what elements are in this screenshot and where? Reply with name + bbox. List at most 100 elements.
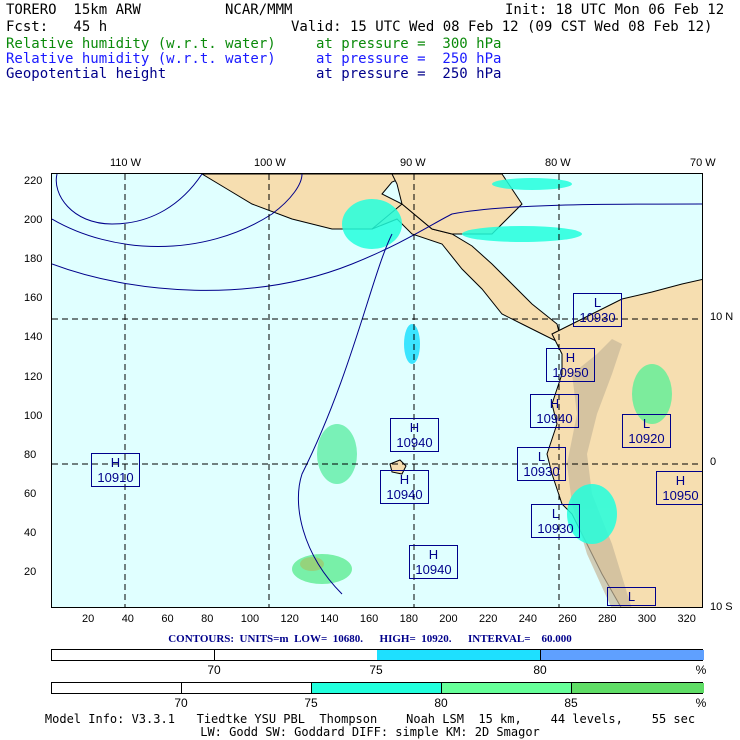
system-value: 10910 [97, 470, 134, 485]
system-type: L [537, 449, 546, 464]
x-tick-label: 40 [121, 613, 134, 625]
colorbar-250hpa [51, 649, 704, 661]
system-type: H [409, 420, 420, 435]
field-1-level: at pressure = 300 hPa [316, 36, 502, 52]
x-tick-label: 300 [637, 613, 657, 625]
x-tick-label: 260 [558, 613, 577, 625]
colorbar-segment [52, 650, 215, 660]
colorbar-segment [215, 650, 378, 660]
colorbar-label: 80 [434, 696, 448, 710]
y-tick-label: 40 [24, 526, 37, 539]
system-type: H [675, 473, 686, 488]
x-tick-label: 100 [240, 613, 260, 625]
lat-label: 0 [710, 456, 717, 468]
y-tick-label: 80 [24, 448, 37, 461]
x-tick-label: 160 [359, 613, 379, 625]
colorbar-label: 80 [533, 663, 547, 677]
colorbar-label: 85 [564, 696, 578, 710]
system-type: L [593, 295, 602, 310]
colorbar-segment [52, 683, 182, 693]
system-type: L [642, 416, 651, 431]
field-2-name: Relative humidity (w.r.t. water) [6, 51, 276, 67]
system-value: 10950 [552, 365, 589, 380]
weather-map: L 10930 H 10950 H 10940 L 10920 H 10940 L 10930 H 109… [51, 173, 703, 608]
y-tick-label: 60 [24, 487, 37, 500]
field-2-level: at pressure = 250 hPa [316, 51, 502, 67]
colorbar-segment [182, 683, 312, 693]
colorbar-label: 75 [304, 696, 318, 710]
pressure-system-label: L 10920 [622, 414, 671, 448]
y-tick-label: 160 [24, 292, 43, 305]
system-type: H [110, 455, 121, 470]
pressure-system-label: L 10930 [531, 504, 580, 538]
colorbar-segment [377, 650, 541, 660]
colorbar-segment [572, 683, 704, 693]
colorbar-segment [442, 683, 572, 693]
lat-label: 10 S [710, 601, 733, 613]
y-tick-label: 120 [24, 370, 43, 383]
system-value: 10930 [537, 521, 574, 536]
system-value: 10930 [523, 464, 560, 479]
x-tick-label: 240 [518, 613, 538, 625]
x-tick-label: 320 [677, 613, 696, 625]
system-type: H [565, 350, 576, 365]
colorbar-label: 75 [369, 663, 383, 677]
pressure-system-label: H 10940 [380, 470, 429, 504]
field-3-name: Geopotential height [6, 66, 167, 82]
system-value: 10940 [415, 562, 452, 577]
lon-label: 100 W [254, 157, 286, 169]
model-info-line2: LW: Godd SW: Goddard DIFF: simple KM: 2D… [200, 725, 540, 739]
x-tick-label: 200 [439, 613, 458, 625]
system-type: H [549, 396, 560, 411]
system-type: H [399, 472, 410, 487]
y-tick-label: 220 [24, 175, 43, 187]
field-3-level: at pressure = 250 hPa [316, 66, 502, 82]
y-tick-label: 140 [24, 331, 43, 344]
colorbar-300hpa [51, 682, 704, 694]
x-tick-label: 120 [280, 613, 299, 625]
y-tick-label: 180 [24, 253, 43, 266]
system-type: H [428, 547, 439, 562]
pressure-system-label: H 10940 [409, 545, 458, 579]
x-tick-label: 140 [320, 613, 339, 625]
map-canvas [52, 174, 702, 607]
system-type: L [627, 589, 636, 604]
colorbar-segment [312, 683, 442, 693]
lon-label: 80 W [545, 157, 571, 169]
system-value: 10940 [536, 411, 573, 426]
x-tick-label: 20 [82, 613, 95, 625]
model-title: TORERO 15km ARW [6, 2, 141, 18]
field-1-name: Relative humidity (w.r.t. water) [6, 36, 276, 52]
pressure-system-label: H 10910 [91, 453, 140, 487]
y-tick-label: 100 [24, 409, 43, 422]
init-time: Init: 18 UTC Mon 06 Feb 12 [505, 2, 725, 18]
system-value: 10930 [579, 310, 616, 325]
y-tick-label: 200 [24, 214, 43, 227]
model-info-line1: Model Info: V3.3.1 Tiedtke YSU PBL Thomp… [44, 712, 696, 726]
colorbar-label: % [695, 696, 707, 710]
valid-time: Valid: 15 UTC Wed 08 Feb 12 (09 CST Wed … [291, 19, 713, 35]
lat-label: 10 N [710, 311, 734, 323]
x-tick-label: 80 [201, 613, 214, 625]
system-type: L [551, 506, 560, 521]
system-value: 10940 [396, 435, 433, 450]
pressure-system-label: H 10940 [530, 394, 579, 428]
system-value: 10940 [386, 487, 423, 502]
pressure-system-label: H 10950 [546, 348, 595, 382]
x-tick-label: 280 [598, 613, 617, 625]
colorbar-label: 70 [174, 696, 188, 710]
pressure-system-label: L [607, 587, 656, 606]
pressure-system-label: H 10950 [656, 471, 702, 505]
pressure-system-label: L 10930 [517, 447, 566, 481]
colorbar-segment [541, 650, 704, 660]
colorbar-label: 70 [207, 663, 221, 677]
lon-label: 90 W [400, 157, 426, 169]
x-tick-label: 180 [399, 613, 418, 625]
contour-info: CONTOURS: UNITS=m LOW= 10680. HIGH= 1092… [168, 633, 572, 645]
system-value: 10950 [662, 488, 699, 503]
lon-label: 110 W [110, 157, 141, 169]
colorbar-label: % [695, 663, 707, 677]
y-tick-label: 20 [24, 566, 37, 578]
lon-label: 70 W [690, 157, 716, 169]
pressure-system-label: L 10930 [573, 293, 622, 327]
